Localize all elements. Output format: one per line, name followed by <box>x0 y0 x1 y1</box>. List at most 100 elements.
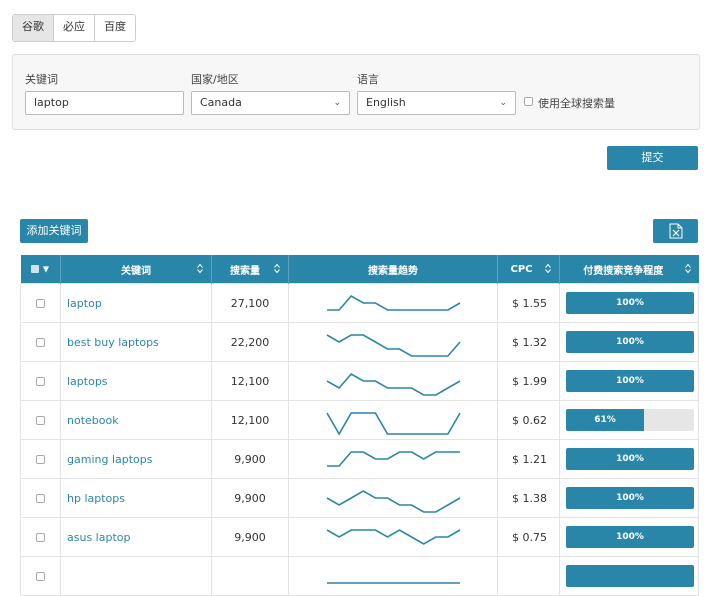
cpc-value: $ 1.55 <box>497 283 560 323</box>
table-row: hp laptops 9,900 $ 1.38 100% <box>20 478 699 518</box>
sort-icon <box>197 263 203 274</box>
trend-sparkline <box>327 582 460 584</box>
search-form-panel: 关键词 laptop 国家/地区 Canada ⌄ 语言 English ⌄ 使… <box>12 54 700 130</box>
cpc-column-header[interactable]: CPC <box>497 255 560 284</box>
trend-line <box>326 490 461 513</box>
trend-line <box>326 412 461 436</box>
competition-bar: 100% <box>566 526 694 548</box>
table-row: asus laptop 9,900 $ 0.75 100% <box>20 517 699 557</box>
volume-header-label: 搜索量 <box>230 265 260 277</box>
competition-percent: 100% <box>616 454 644 464</box>
row-checkbox[interactable] <box>36 571 45 581</box>
competition-percent: 100% <box>616 376 644 386</box>
competition-percent: 100% <box>616 337 644 347</box>
table-row: gaming laptops 9,900 $ 1.21 100% <box>20 439 699 479</box>
table-row: notebook 12,100 $ 0.62 61% <box>20 400 699 440</box>
chevron-down-icon: ⌄ <box>333 98 341 108</box>
trend-line <box>327 294 461 311</box>
trend-sparkline <box>326 372 461 396</box>
tab-baidu[interactable]: 百度 <box>95 15 135 41</box>
language-select[interactable]: English ⌄ <box>357 91 516 115</box>
table-header-row: ▼ 关键词 搜索量 搜索量趋势 CPC 付费搜索竞争程度 <box>20 255 699 284</box>
trend-sparkline <box>327 451 460 467</box>
caret-down-icon: ▼ <box>42 264 50 273</box>
keyword-link[interactable] <box>60 556 212 596</box>
tab-bing[interactable]: 必应 <box>54 15 95 41</box>
tab-google[interactable]: 谷歌 <box>13 15 54 41</box>
country-select-value: Canada <box>200 96 242 109</box>
competition-bar: 61% <box>566 409 694 431</box>
trend-column-header: 搜索量趋势 <box>288 255 498 284</box>
language-label: 语言 <box>357 73 379 86</box>
keyword-link[interactable]: laptop <box>60 283 212 323</box>
competition-bar: 100% <box>566 292 694 314</box>
country-select[interactable]: Canada ⌄ <box>191 91 350 115</box>
keyword-input-value: laptop <box>34 96 69 109</box>
competition-bar <box>566 565 694 587</box>
row-checkbox[interactable] <box>36 337 45 347</box>
submit-button[interactable]: 提交 <box>607 146 698 170</box>
row-checkbox[interactable] <box>36 493 45 503</box>
search-engine-tabs: 谷歌 必应 百度 <box>12 14 136 42</box>
cpc-value: $ 0.75 <box>497 517 560 557</box>
competition-bar: 100% <box>566 448 694 470</box>
search-volume: 12,100 <box>211 361 289 401</box>
competition-percent: 100% <box>616 298 644 308</box>
search-volume <box>211 556 289 596</box>
keyword-input[interactable]: laptop <box>25 91 184 115</box>
keyword-header-label: 关键词 <box>121 265 151 277</box>
cpc-header-label: CPC <box>510 263 533 275</box>
row-checkbox[interactable] <box>36 376 45 386</box>
excel-export-icon <box>669 223 683 239</box>
language-select-value: English <box>366 96 406 109</box>
competition-header-label: 付费搜索竞争程度 <box>583 265 664 277</box>
volume-column-header[interactable]: 搜索量 <box>211 255 289 284</box>
keyword-link[interactable]: asus laptop <box>60 517 212 557</box>
global-search-checkbox[interactable] <box>524 97 533 106</box>
trend-sparkline <box>327 294 461 311</box>
keyword-link[interactable]: gaming laptops <box>60 439 212 479</box>
trend-sparkline <box>326 529 461 545</box>
row-checkbox[interactable] <box>36 454 45 464</box>
cpc-value <box>497 556 560 596</box>
competition-column-header[interactable]: 付费搜索竞争程度 <box>559 255 699 284</box>
trend-sparkline <box>326 334 461 357</box>
competition-percent <box>566 565 694 587</box>
competition-percent: 61% <box>594 415 616 425</box>
table-row: laptop 27,100 $ 1.55 100% <box>20 283 699 323</box>
keyword-link[interactable]: hp laptops <box>60 478 212 518</box>
row-checkbox[interactable] <box>36 298 45 308</box>
select-all-header[interactable]: ▼ <box>20 255 61 284</box>
trend-line <box>326 372 461 396</box>
add-keywords-button[interactable]: 添加关键词 <box>20 219 88 243</box>
sort-icon <box>545 263 551 274</box>
cpc-value: $ 1.99 <box>497 361 560 401</box>
row-checkbox[interactable] <box>36 415 45 425</box>
search-volume: 9,900 <box>211 478 289 518</box>
trend-header-label: 搜索量趋势 <box>368 265 418 277</box>
export-excel-button[interactable] <box>653 219 698 243</box>
select-all-checkbox[interactable] <box>31 264 40 273</box>
cpc-value: $ 1.21 <box>497 439 560 479</box>
competition-percent: 100% <box>616 493 644 503</box>
search-volume: 12,100 <box>211 400 289 440</box>
country-label: 国家/地区 <box>191 73 239 86</box>
cpc-value: $ 1.38 <box>497 478 560 518</box>
trend-line <box>326 529 461 545</box>
keyword-link[interactable]: notebook <box>60 400 212 440</box>
trend-sparkline <box>326 412 461 436</box>
table-row: best buy laptops 22,200 $ 1.32 100% <box>20 322 699 362</box>
competition-bar: 100% <box>566 370 694 392</box>
trend-line <box>327 451 460 467</box>
cpc-value: $ 0.62 <box>497 400 560 440</box>
sort-icon <box>274 263 280 274</box>
cpc-value: $ 1.32 <box>497 322 560 362</box>
row-checkbox[interactable] <box>36 532 45 542</box>
keyword-link[interactable]: laptops <box>60 361 212 401</box>
keyword-link[interactable]: best buy laptops <box>60 322 212 362</box>
keyword-column-header[interactable]: 关键词 <box>60 255 212 284</box>
search-volume: 22,200 <box>211 322 289 362</box>
chevron-down-icon: ⌄ <box>499 98 507 108</box>
competition-bar: 100% <box>566 487 694 509</box>
keyword-label: 关键词 <box>25 73 58 86</box>
